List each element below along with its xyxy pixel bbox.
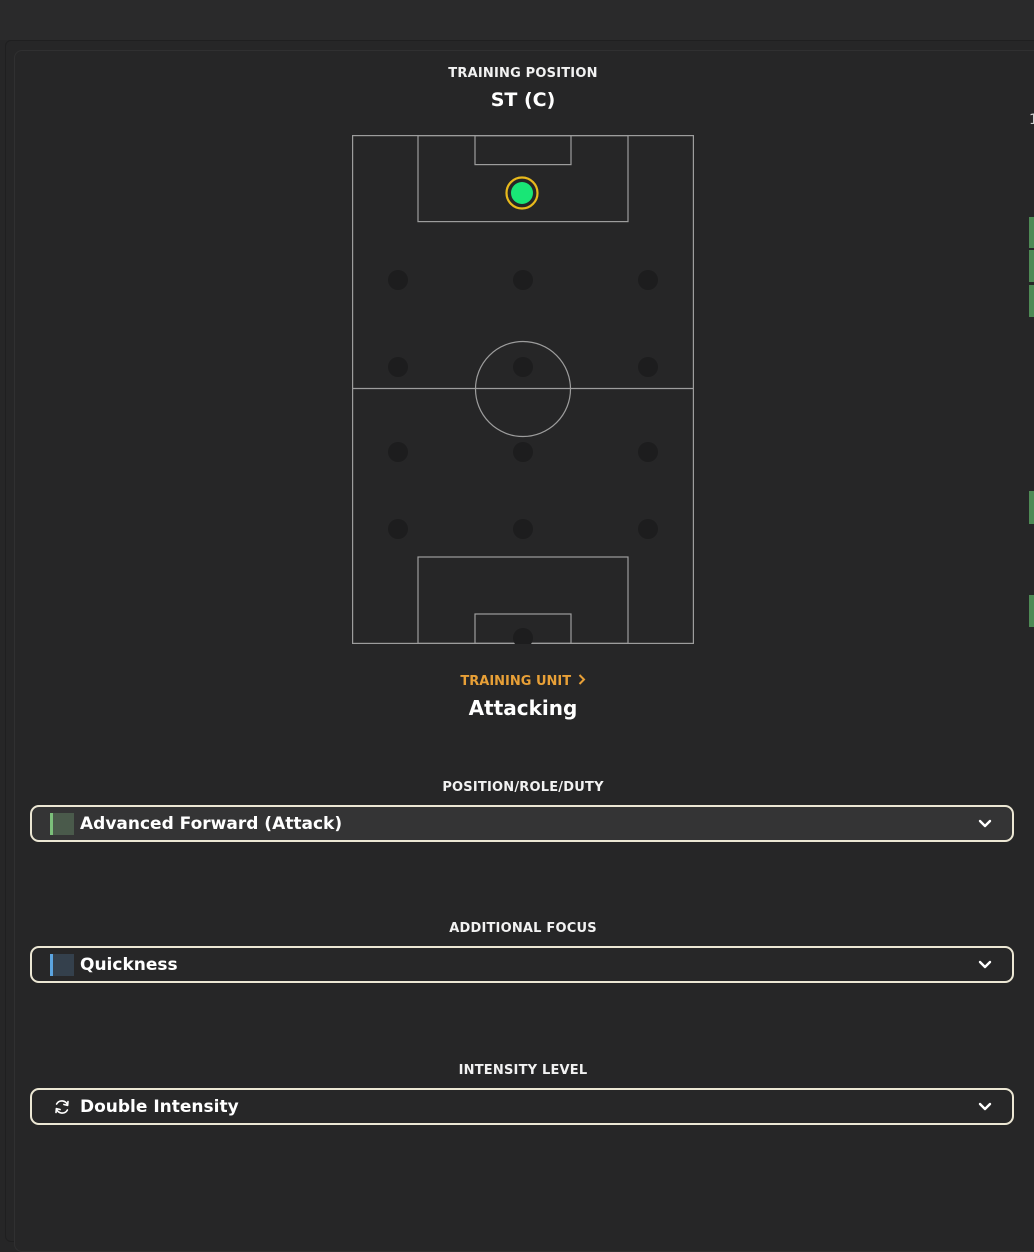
clipped-edge-marker <box>1029 285 1034 317</box>
additional-focus-label: ADDITIONAL FOCUS <box>449 921 597 936</box>
position-slot[interactable] <box>513 519 533 539</box>
chevron-down-icon <box>978 960 992 969</box>
chevron-down-icon <box>978 1102 992 1111</box>
intensity-dropdown[interactable]: Double Intensity <box>30 1088 1014 1125</box>
training-position-label: TRAINING POSITION <box>448 66 598 81</box>
pitch-diagram <box>352 135 694 644</box>
position-slot[interactable] <box>388 357 408 377</box>
position-slot[interactable] <box>513 357 533 377</box>
role-dropdown[interactable]: Advanced Forward (Attack) <box>30 805 1014 842</box>
goalkeeper-slot[interactable] <box>513 628 533 644</box>
position-slot[interactable] <box>638 519 658 539</box>
position-slot[interactable] <box>638 357 658 377</box>
active-position-marker[interactable] <box>511 182 533 204</box>
focus-accent-bar <box>50 954 53 976</box>
position-slot[interactable] <box>513 442 533 462</box>
focus-selected-value: Quickness <box>80 955 178 975</box>
training-position-value: ST (C) <box>490 89 556 111</box>
position-slot[interactable] <box>388 519 408 539</box>
focus-dropdown[interactable]: Quickness <box>30 946 1014 983</box>
intensity-selected-value: Double Intensity <box>80 1097 239 1117</box>
role-selected-value: Advanced Forward (Attack) <box>80 814 343 834</box>
clipped-edge-marker <box>1029 595 1034 627</box>
role-accent-bar <box>50 813 53 835</box>
refresh-icon <box>55 1100 69 1114</box>
training-unit-link[interactable]: TRAINING UNIT <box>0 674 1034 689</box>
clipped-edge-marker <box>1029 491 1034 524</box>
top-goal-box <box>474 135 572 166</box>
position-slot[interactable] <box>388 270 408 290</box>
pitch-outline <box>352 135 694 644</box>
position-slot[interactable] <box>388 442 408 462</box>
window-top-bar <box>0 0 1034 40</box>
chevron-right-icon <box>578 674 586 685</box>
clipped-edge-marker <box>1029 250 1034 282</box>
position-slot[interactable] <box>638 270 658 290</box>
clipped-edge-glyph: 1 <box>1029 112 1034 128</box>
training-unit-label[interactable]: TRAINING UNIT <box>460 674 571 689</box>
training-unit-value: Attacking <box>468 696 578 720</box>
position-slot[interactable] <box>638 442 658 462</box>
position-slot[interactable] <box>513 270 533 290</box>
clipped-edge-marker <box>1029 217 1034 248</box>
focus-color-swatch <box>50 954 74 976</box>
intensity-level-label: INTENSITY LEVEL <box>458 1063 588 1078</box>
role-color-swatch <box>50 813 74 835</box>
position-role-duty-label: POSITION/ROLE/DUTY <box>442 780 604 795</box>
chevron-down-icon <box>978 819 992 828</box>
